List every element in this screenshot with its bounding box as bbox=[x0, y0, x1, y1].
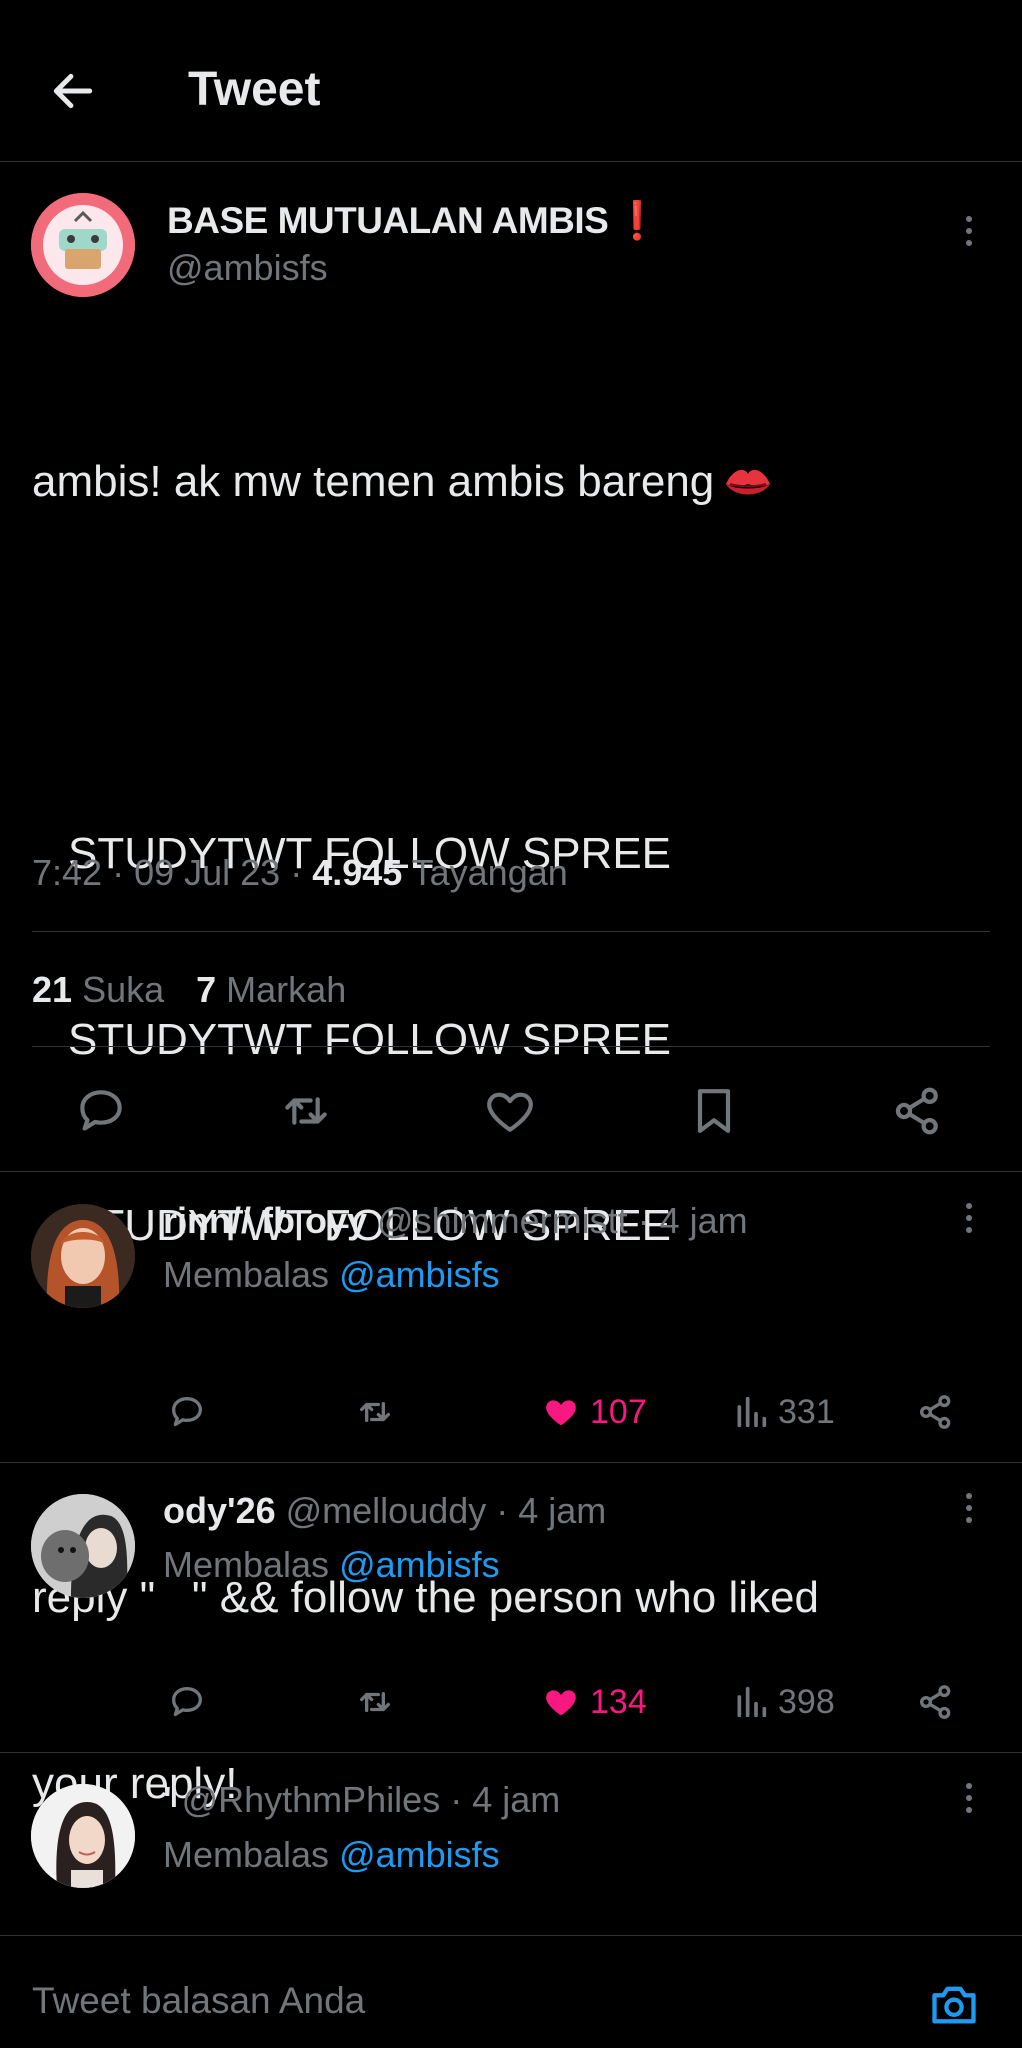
reply-time: 4 jam bbox=[659, 1200, 748, 1241]
replying-to-link[interactable]: @ambisfs bbox=[339, 1254, 500, 1295]
like-count: 134 bbox=[590, 1683, 647, 1721]
tweet-stats: 21 Suka 7 Markah bbox=[32, 969, 346, 1011]
bookmarks-count: 7 bbox=[196, 969, 217, 1010]
reply-icon[interactable] bbox=[167, 1392, 207, 1432]
spree-line: STUDYTWT FOLLOW SPREE bbox=[68, 1015, 672, 1064]
reply-icon[interactable] bbox=[73, 1083, 129, 1139]
replying-to-link[interactable]: @ambisfs bbox=[339, 1834, 500, 1875]
reply-avatar[interactable] bbox=[31, 1784, 135, 1888]
page-title: Tweet bbox=[188, 63, 321, 116]
views-label: Tayangan bbox=[411, 852, 568, 893]
likes-label: Suka bbox=[82, 969, 165, 1010]
likes-count: 21 bbox=[32, 969, 73, 1010]
stats-divider bbox=[32, 1046, 990, 1047]
retweet-icon[interactable] bbox=[355, 1392, 395, 1432]
author-name[interactable]: BASE MUTUALAN AMBIS ❗ bbox=[167, 200, 660, 243]
reply-avatar[interactable] bbox=[31, 1204, 135, 1308]
like-icon[interactable] bbox=[541, 1392, 581, 1432]
reply-icon[interactable] bbox=[167, 1682, 207, 1722]
retweet-icon[interactable] bbox=[355, 1682, 395, 1722]
like-icon[interactable] bbox=[482, 1083, 538, 1139]
author-name-text: BASE MUTUALAN AMBIS bbox=[167, 200, 609, 241]
author-handle[interactable]: @ambisfs bbox=[167, 247, 328, 289]
reply-header: ody'26 @mellouddy · 4 jam bbox=[163, 1490, 607, 1531]
reply-header: ' @RhythmPhiles · 4 jam bbox=[163, 1779, 561, 1820]
share-icon[interactable] bbox=[916, 1392, 956, 1432]
reply-name[interactable]: ody'26 bbox=[163, 1490, 276, 1531]
replying-prefix: Membalas bbox=[163, 1544, 330, 1585]
reply-handle[interactable]: @mellouddy bbox=[286, 1490, 487, 1531]
camera-icon[interactable] bbox=[928, 1978, 980, 2030]
views-icon[interactable] bbox=[731, 1392, 771, 1432]
replying-to: Membalas @ambisfs bbox=[163, 1254, 500, 1296]
replying-to-link[interactable]: @ambisfs bbox=[339, 1544, 500, 1585]
header-divider bbox=[0, 161, 1022, 162]
reply-divider bbox=[0, 1462, 1022, 1463]
replying-prefix: Membalas bbox=[163, 1834, 330, 1875]
more-icon[interactable] bbox=[964, 1783, 974, 1823]
exclamation-mark: ❗ bbox=[614, 200, 660, 241]
like-icon[interactable] bbox=[541, 1682, 581, 1722]
reply-avatar[interactable] bbox=[31, 1494, 135, 1598]
more-icon[interactable] bbox=[964, 1493, 974, 1533]
tweet-date: 09 Jul 23 bbox=[134, 852, 281, 893]
reply-time: 4 jam bbox=[518, 1490, 607, 1531]
bookmarks-label: Markah bbox=[226, 969, 347, 1010]
views-count: 331 bbox=[778, 1393, 835, 1431]
reply-handle[interactable]: @RhythmPhiles bbox=[182, 1779, 441, 1820]
composer-divider bbox=[0, 1935, 1022, 1936]
replying-prefix: Membalas bbox=[163, 1254, 330, 1295]
reply-composer-input[interactable]: Tweet balasan Anda bbox=[32, 1980, 365, 2022]
views-icon[interactable] bbox=[731, 1682, 771, 1722]
reply-handle[interactable]: @shimmermistt bbox=[377, 1200, 628, 1241]
replying-to: Membalas @ambisfs bbox=[163, 1544, 500, 1586]
author-avatar[interactable] bbox=[31, 193, 135, 297]
actions-divider bbox=[0, 1171, 1022, 1172]
like-count: 107 bbox=[590, 1393, 647, 1431]
reply-name[interactable]: ' bbox=[163, 1779, 172, 1820]
back-arrow-icon[interactable] bbox=[48, 66, 98, 116]
replying-to: Membalas @ambisfs bbox=[163, 1834, 500, 1876]
views-count: 4.945 bbox=[312, 852, 403, 893]
bookmark-icon[interactable] bbox=[686, 1083, 742, 1139]
more-icon[interactable] bbox=[964, 1203, 974, 1243]
reply-divider bbox=[0, 1752, 1022, 1753]
retweet-icon[interactable] bbox=[278, 1083, 334, 1139]
tweet-time: 7:42 bbox=[32, 852, 103, 893]
likes-stat[interactable]: 21 Suka bbox=[32, 969, 164, 1010]
kiss-emoji-icon bbox=[726, 470, 771, 495]
reply-name[interactable]: rinn// fb oyy bbox=[163, 1200, 367, 1241]
views-count: 398 bbox=[778, 1683, 835, 1721]
reply-time: 4 jam bbox=[472, 1779, 561, 1820]
tweet-meta: 7:42 · 09 Jul 23 · 4.945 Tayangan bbox=[32, 852, 568, 893]
tweet-line-1: ambis! ak mw temen ambis bareng bbox=[32, 457, 715, 506]
meta-divider bbox=[32, 931, 990, 932]
share-icon[interactable] bbox=[916, 1682, 956, 1722]
more-icon[interactable] bbox=[964, 216, 974, 256]
share-icon[interactable] bbox=[890, 1083, 946, 1139]
reply-header: rinn// fb oyy @shimmermistt · 4 jam bbox=[163, 1200, 748, 1241]
bookmarks-stat[interactable]: 7 Markah bbox=[196, 969, 346, 1010]
